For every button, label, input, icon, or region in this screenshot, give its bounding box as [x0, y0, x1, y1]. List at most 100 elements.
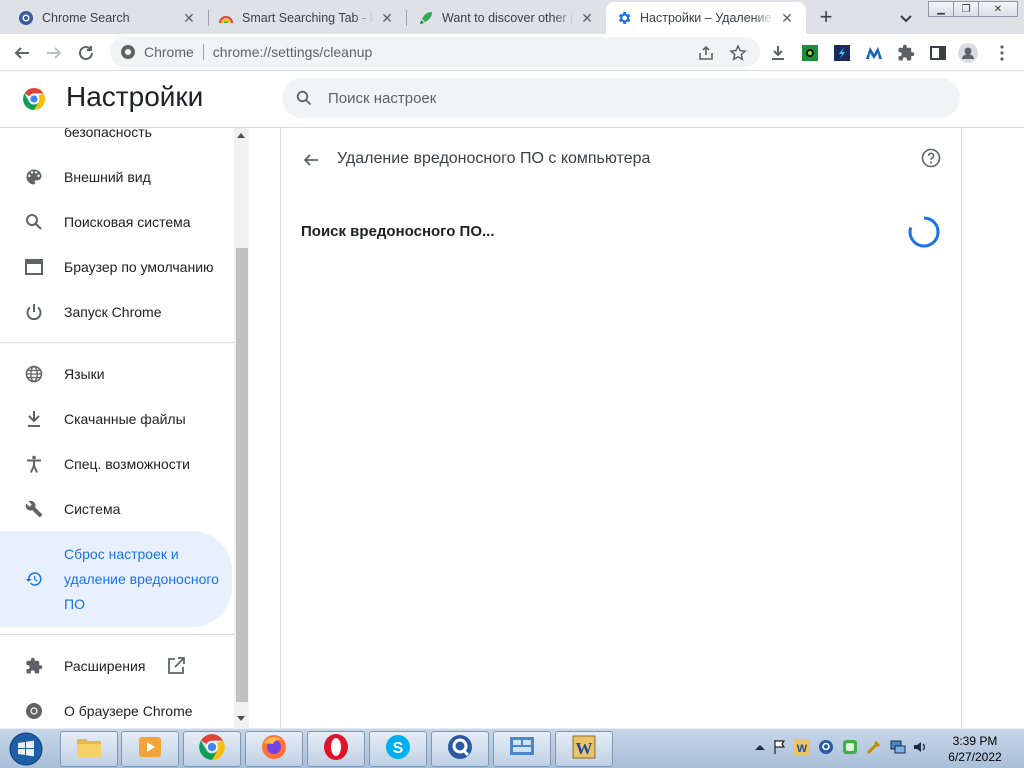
chrome-logo-icon [22, 87, 46, 111]
close-tab-icon[interactable]: ✕ [578, 9, 596, 27]
sidebar-item-search-engine[interactable]: Поисковая система [0, 199, 232, 244]
clock-time: 3:39 PM [952, 734, 998, 748]
external-link-icon [167, 656, 186, 675]
page-title: Настройки [66, 81, 204, 112]
sidebar-item-security[interactable]: безопасность [0, 128, 232, 154]
malwarebytes-icon[interactable] [864, 43, 884, 63]
sidebar-item-about-chrome[interactable]: О браузере Chrome [0, 688, 232, 728]
chrome-icon [198, 733, 226, 766]
tab-title: Want to discover other p [442, 11, 574, 25]
clock-date: 6/27/2022 [948, 750, 1002, 764]
tray-usb-icon[interactable] [866, 739, 882, 755]
tray-quicktime-icon[interactable] [818, 739, 834, 755]
rainbow-icon [218, 10, 234, 26]
sidebar-item-label: Спец. возможности [64, 455, 190, 472]
tray-network-icon[interactable] [890, 739, 906, 755]
quicktime-icon [446, 733, 474, 766]
tab-title: Smart Searching Tab - Ин [242, 11, 374, 25]
profile-avatar-icon[interactable] [958, 43, 978, 63]
firefox-icon [260, 733, 288, 766]
sidebar-item-label: Поисковая система [64, 213, 191, 230]
address-bar[interactable]: Chrome chrome://settings/cleanup [110, 37, 760, 67]
action-center-flag-icon[interactable] [772, 739, 788, 755]
taskbar-clock[interactable]: 3:39 PM 6/27/2022 [940, 733, 1010, 765]
tab-strip: Chrome Search ✕ Smart Searching Tab - Ин… [0, 0, 1024, 34]
scrollbar-thumb[interactable] [236, 248, 248, 702]
url-text: chrome://settings/cleanup [212, 44, 373, 60]
tab-search-icon[interactable] [896, 8, 916, 28]
close-tab-icon[interactable]: ✕ [180, 9, 198, 27]
bookmark-star-icon[interactable] [728, 43, 748, 63]
sidebar-item-label: О браузере Chrome [64, 702, 193, 719]
tray-show-hidden-icon[interactable] [752, 739, 768, 755]
extension-blue-icon[interactable] [832, 43, 852, 63]
taskbar-control-panel[interactable] [493, 731, 551, 767]
sidebar-item-system[interactable]: Система [0, 486, 232, 531]
scroll-up-arrow[interactable] [237, 133, 245, 138]
tab-separator [406, 10, 407, 26]
share-icon[interactable] [696, 43, 716, 63]
help-icon[interactable] [921, 148, 943, 170]
loading-spinner [907, 215, 941, 249]
taskbar-winword[interactable]: W [555, 731, 613, 767]
tab-chrome-search[interactable]: Chrome Search ✕ [8, 2, 208, 34]
maximize-button[interactable]: ❐ [953, 1, 979, 17]
back-button[interactable] [10, 41, 34, 65]
site-info-chip[interactable]: Chrome [120, 44, 194, 60]
back-arrow-icon[interactable] [299, 148, 323, 172]
globe-icon [24, 364, 44, 384]
tab-title: Настройки – Удаление в [640, 11, 774, 25]
taskbar-quicktime[interactable] [431, 731, 489, 767]
tray-word-icon[interactable]: W [794, 739, 810, 755]
taskbar-file-explorer[interactable] [60, 731, 118, 767]
close-tab-icon[interactable]: ✕ [778, 9, 796, 27]
close-window-button[interactable]: ✕ [978, 1, 1018, 17]
sidebar-item-appearance[interactable]: Внешний вид [0, 154, 232, 199]
forward-button[interactable] [42, 41, 66, 65]
taskbar-chrome[interactable] [183, 731, 241, 767]
menu-kebab-icon[interactable] [992, 43, 1012, 63]
minimize-button[interactable]: ▁ [928, 1, 954, 17]
sidebar-item-default-browser[interactable]: Браузер по умолчанию [0, 244, 232, 289]
reload-button[interactable] [74, 41, 98, 65]
scroll-down-arrow[interactable] [237, 716, 245, 721]
power-icon [24, 302, 44, 322]
tab-settings-active[interactable]: Настройки – Удаление в ✕ [606, 2, 806, 34]
tab-title: Chrome Search [42, 11, 130, 25]
close-tab-icon[interactable]: ✕ [378, 9, 396, 27]
taskbar-skype[interactable]: S [369, 731, 427, 767]
chrome-icon [24, 701, 44, 721]
tab-smart-searching[interactable]: Smart Searching Tab - Ин ✕ [208, 2, 406, 34]
chrome-search-icon [18, 10, 34, 26]
sidebar-item-label: безопасность [64, 128, 152, 140]
sidebar-item-reset-and-cleanup[interactable]: Сброс настроек и удаление вредоносного П… [0, 531, 232, 627]
taskbar-media-player[interactable] [121, 731, 179, 767]
rocket-icon [418, 10, 434, 26]
puzzle-icon [24, 656, 44, 676]
sidebar-item-accessibility[interactable]: Спец. возможности [0, 441, 232, 486]
settings-header: Настройки [0, 71, 1024, 128]
sidebar-item-languages[interactable]: Языки [0, 351, 232, 396]
tab-discover[interactable]: Want to discover other p ✕ [408, 2, 606, 34]
taskbar-opera[interactable] [307, 731, 365, 767]
download-icon[interactable] [768, 43, 788, 63]
restore-icon [24, 569, 44, 589]
sidebar-item-downloads[interactable]: Скачанные файлы [0, 396, 232, 441]
new-tab-button[interactable]: + [814, 6, 838, 30]
extensions-puzzle-icon[interactable] [896, 43, 916, 63]
side-panel-icon[interactable] [928, 43, 948, 63]
extension-green-icon[interactable] [800, 43, 820, 63]
sidebar-item-on-startup[interactable]: Запуск Chrome [0, 289, 232, 334]
settings-search-input[interactable] [328, 89, 928, 107]
sidebar-scrollbar[interactable] [234, 128, 249, 728]
shield-icon [24, 128, 44, 142]
taskbar-firefox[interactable] [245, 731, 303, 767]
tray-volume-icon[interactable] [912, 739, 928, 755]
start-button[interactable] [6, 731, 46, 767]
settings-search-box[interactable] [282, 78, 960, 118]
tray-green-app-icon[interactable] [842, 739, 858, 755]
sidebar-item-extensions[interactable]: Расширения [0, 643, 232, 688]
chrome-icon [120, 44, 136, 60]
browser-window-icon [24, 257, 44, 277]
control-panel-icon [508, 735, 536, 764]
